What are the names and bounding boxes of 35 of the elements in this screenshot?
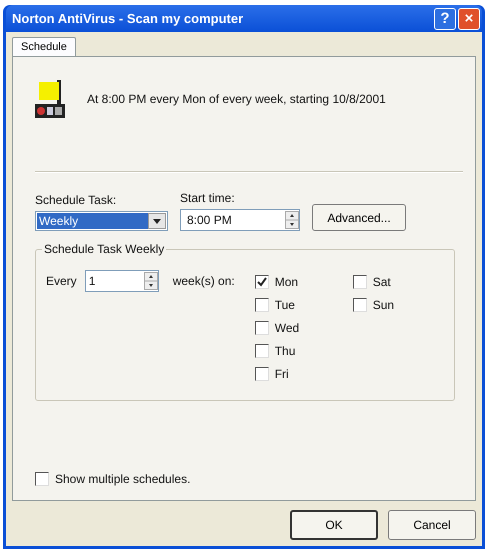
- checkbox[interactable]: [254, 366, 269, 380]
- day-label: Sat: [372, 274, 391, 288]
- help-button[interactable]: ?: [434, 8, 456, 30]
- tab[interactable]: Schedule: [12, 37, 76, 56]
- checkbox[interactable]: [254, 344, 269, 358]
- spinner-arrows-icon[interactable]: [144, 272, 158, 290]
- window-title: Norton AntiVirus - Scan my computer: [12, 11, 244, 26]
- checkbox-label: Show multiple schedules.: [55, 472, 190, 486]
- field-label: Schedule Task:: [35, 193, 118, 207]
- advanced-button[interactable]: Advanced...: [312, 204, 406, 231]
- time-field[interactable]: 8:00 PM: [180, 209, 300, 231]
- checkbox[interactable]: [254, 320, 269, 334]
- checkbox[interactable]: [254, 298, 269, 312]
- schedule-summary: At 8:00 PM every Mon of every week, starting 10/8/2001: [87, 92, 386, 106]
- schedule-dropdown[interactable]: Weekly: [35, 211, 168, 231]
- group-title: Schedule Task Weekly: [42, 242, 166, 256]
- day-label: Fri: [274, 366, 289, 380]
- spinner-arrows-icon[interactable]: [285, 211, 299, 229]
- checkbox[interactable]: [352, 274, 367, 288]
- ok-button[interactable]: OK: [290, 510, 378, 540]
- checkbox[interactable]: [352, 298, 367, 312]
- weeks-label: week(s) on:: [172, 273, 235, 290]
- day-label: Thu: [274, 344, 296, 358]
- field-label: Start time:: [180, 191, 236, 205]
- day-label: Tue: [274, 298, 295, 312]
- close-button[interactable]: ×: [458, 8, 480, 30]
- checkbox[interactable]: [35, 472, 49, 486]
- cancel-button[interactable]: Cancel: [388, 510, 476, 540]
- day-label: Wed: [274, 320, 300, 334]
- day-label: Mon: [274, 274, 298, 288]
- interval-field[interactable]: 1: [84, 270, 159, 292]
- caret-icon: [153, 218, 161, 224]
- every-label: Every: [46, 273, 77, 290]
- day-label: Sun: [372, 298, 394, 312]
- checkbox[interactable]: [254, 274, 269, 288]
